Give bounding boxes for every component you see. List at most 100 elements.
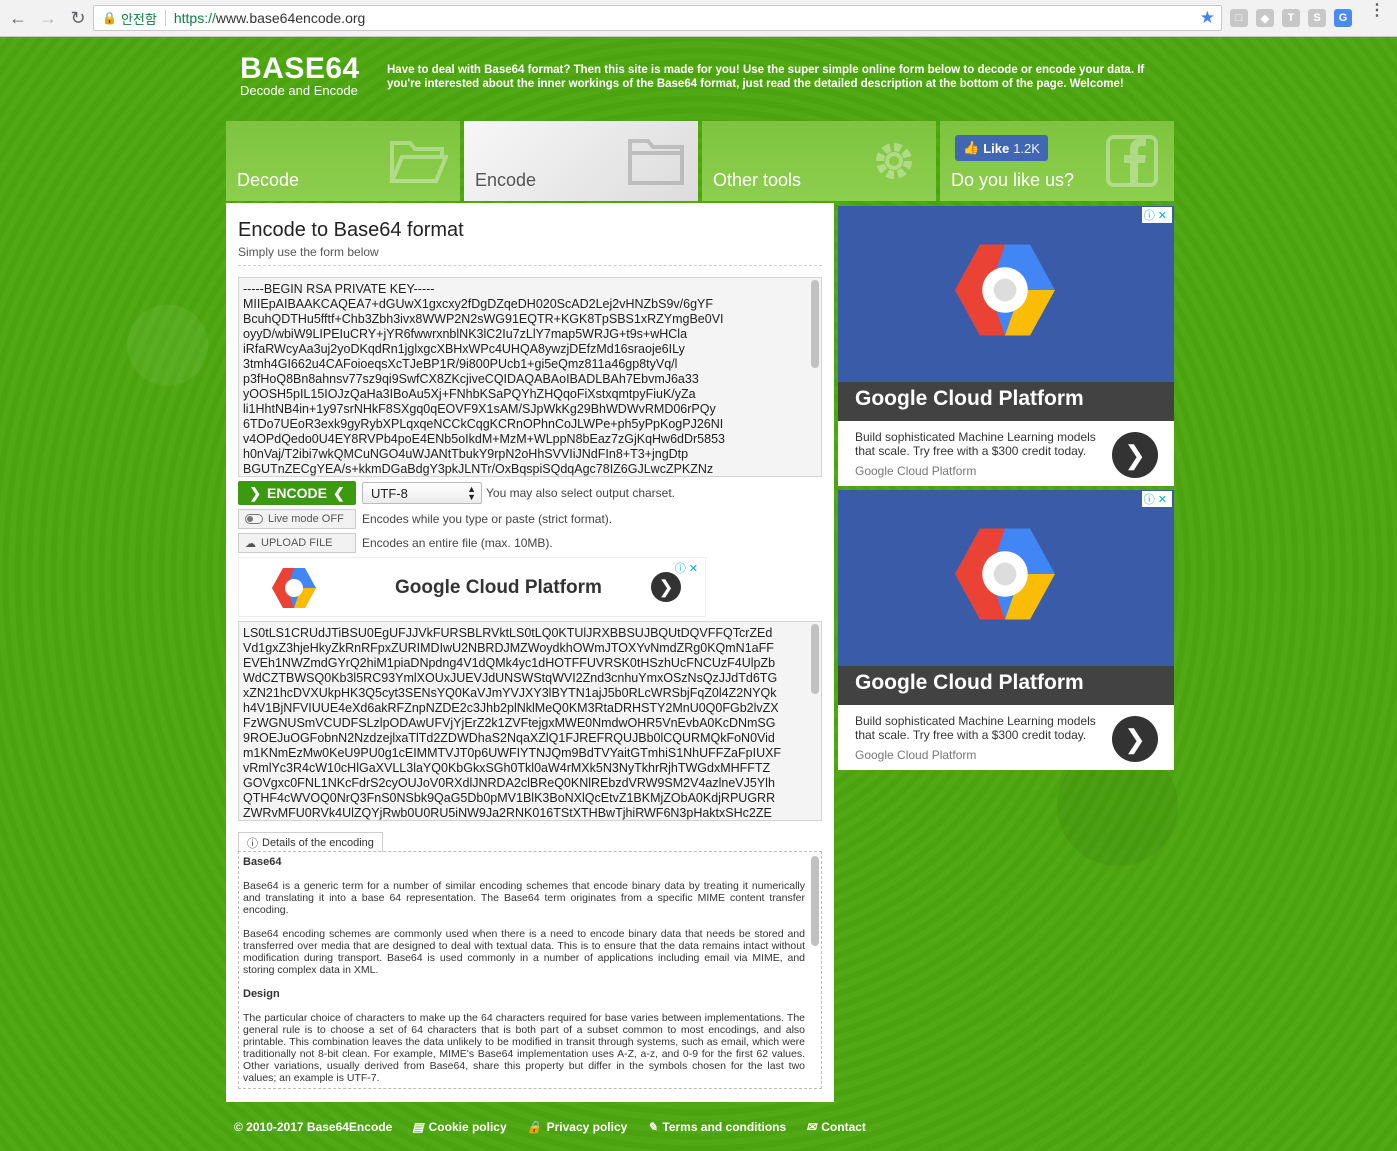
text-line: m1KNmEzMw0KeU9PU0g1cEIMMTVJT0p6UWFIYTNJQ… (243, 746, 782, 760)
input-text: -----BEGIN RSA PRIVATE KEY----- MIIEpAIBA… (243, 282, 805, 476)
output-textarea[interactable]: LS0tLS1CRUdJTiBSU0EgUFJJVkFURSBLRVktLS0t… (238, 621, 822, 821)
tab-other-tools[interactable]: Other tools (702, 121, 936, 201)
text-line: BcuhQDTHu5fftf+Chb3Zbh3ivx8WWP2N2sWG91EQ… (243, 312, 724, 326)
extension-s-icon[interactable]: S (1308, 9, 1326, 27)
input-textarea[interactable]: -----BEGIN RSA PRIVATE KEY----- MIIEpAIBA… (238, 277, 822, 477)
text-line: EVEh1NWZmdGYrQ2hiM1piaDNpdng4V1dQMk4yc1d… (243, 656, 776, 670)
back-icon[interactable]: ← (6, 6, 30, 30)
upload-file-button[interactable]: ☁ UPLOAD FILE (238, 533, 356, 553)
cookie-policy-label: Cookie policy (428, 1119, 507, 1134)
input-scrollbar[interactable] (811, 280, 819, 368)
tab-decode[interactable]: Decode (226, 121, 460, 201)
menu-icon[interactable]: ⋮ (1369, 3, 1385, 19)
text-line: v4OPdQedo0U4EY8RVPb4poE4ENb5oIkdM+MzM+WL… (243, 432, 725, 446)
ad-source: Google Cloud Platform (855, 748, 977, 762)
tab-like-us: 👍 Like 1.2K Do you like us? (940, 121, 1174, 201)
live-mode-hint: Encodes while you type or paste (strict … (362, 512, 613, 526)
text-line: li1HhtNB4in+1y97srNHkF8SXgq0qEOVF9X1sAM/… (243, 402, 716, 416)
question-icon: ⓘ (247, 837, 258, 850)
chevron-right-icon[interactable]: ❯ (1112, 716, 1158, 762)
details-content[interactable]: Base64 Base64 is a generic term for a nu… (238, 851, 822, 1089)
details-scrollbar[interactable] (811, 856, 819, 946)
details-paragraph: The particular choice of characters to m… (243, 1012, 805, 1084)
facebook-like-button[interactable]: 👍 Like 1.2K (955, 135, 1048, 161)
reload-icon[interactable]: ↻ (66, 6, 90, 30)
fb-like-count: 1.2K (1013, 140, 1040, 156)
page-title: Encode to Base64 format (238, 219, 464, 241)
text-line: -----BEGIN RSA PRIVATE KEY----- (243, 282, 435, 296)
contact-label: Contact (821, 1119, 866, 1134)
inline-ad[interactable]: Google Cloud Platform ❯ ⓘ✕ (238, 557, 706, 617)
intro-text: Have to deal with Base64 format? Then th… (387, 64, 1145, 90)
encode-button-label: ENCODE (267, 485, 327, 501)
contact-link[interactable]: ✉ Contact (806, 1120, 866, 1134)
details-paragraph: Base64 is a generic term for a number of… (243, 880, 805, 916)
dropbox-icon[interactable]: ◆ (1256, 9, 1274, 27)
page-subtitle: Simply use the form below (238, 245, 379, 259)
folder-open-icon (389, 141, 448, 183)
url-scheme: https:// (173, 10, 216, 26)
ad-banner (838, 206, 1174, 382)
copyright: © 2010-2017 Base64Encode (234, 1119, 393, 1134)
details-tab[interactable]: ⓘ Details of the encoding (238, 832, 383, 852)
details-paragraph: Base64 encoding schemes are commonly use… (243, 928, 805, 976)
charset-hint: You may also select output charset. (486, 486, 675, 500)
chevron-right-icon[interactable]: ❯ (1112, 432, 1158, 478)
adchoices-icon[interactable]: ⓘ✕ (1141, 491, 1172, 507)
text-line: 6TDo7UEoR3exk9gyRybXPLqxqeNCCkCqgKCRnOPh… (243, 417, 724, 431)
gear-icon (876, 143, 912, 179)
tab-encode-label: Encode (475, 170, 537, 190)
translate-icon[interactable]: G (1334, 9, 1352, 27)
encode-controls: ❯ ENCODE ❮ UTF-8 ▲ ▼ You may also select … (238, 481, 675, 505)
encode-panel: Encode to Base64 format Simply use the f… (226, 203, 834, 1102)
text-line: ZWRvMFU0RVk4UlZQYjRwb0U0RU5iNW9Ja2RNK016… (243, 806, 772, 820)
ad-source: Google Cloud Platform (855, 464, 977, 478)
side-ad-1[interactable]: Google Cloud Platform Build sophisticate… (838, 206, 1174, 486)
charset-select[interactable]: UTF-8 ▲ ▼ (362, 482, 482, 504)
extension-t-icon[interactable]: T (1282, 9, 1300, 27)
address-bar[interactable]: 🔒 안전함 https://www.base64encode.org ★ (93, 5, 1222, 31)
output-scrollbar[interactable] (811, 624, 819, 694)
lock-icon: 🔒 (526, 1119, 542, 1134)
output-text: LS0tLS1CRUdJTiBSU0EgUFJJVkFURSBLRVktLS0t… (243, 626, 805, 820)
envelope-icon: ✉ (806, 1119, 817, 1134)
cookie-policy-link[interactable]: ▤ Cookie policy (412, 1120, 506, 1134)
text-line: iRfaRWcyAa3uj2yoDKqdRn1jglxgcXBHxWPc4UHQ… (243, 342, 685, 356)
text-line: p3fHoQ8Bn8ahnsv77sz9qi9SwfCX8ZKcjiveCQID… (243, 372, 699, 386)
bookmark-star-icon[interactable]: ★ (1200, 8, 1215, 28)
gcp-logo-icon (955, 244, 1055, 336)
fb-like-label: Like (983, 140, 1010, 156)
url-separator (164, 10, 166, 26)
extension-icons: □ ◆ T S G (1230, 9, 1352, 27)
details-heading-base64: Base64 (243, 856, 282, 868)
adchoices-icon[interactable]: ⓘ✕ (675, 560, 701, 576)
ad-title: Google Cloud Platform (838, 382, 1174, 421)
live-mode-toggle[interactable]: Live mode OFF (238, 509, 356, 529)
details-heading-design: Design (243, 988, 280, 1000)
text-line: LS0tLS1CRUdJTiBSU0EgUFJJVkFURSBLRVktLS0t… (243, 626, 773, 640)
text-line: 9ROEJuOGFobnN2NzdzejlxaTlTd2ZDWDhaS2NqaX… (243, 731, 775, 745)
text-line: vRmlYc3R4cW10cHlGaXVLL3laYQ0KbGkxSGh0Tkl… (243, 761, 771, 775)
logo-subtitle: Decode and Encode (240, 83, 358, 98)
gcp-logo-icon (272, 568, 316, 608)
terms-link[interactable]: ✎ Terms and conditions (647, 1120, 786, 1134)
tab-encode[interactable]: Encode (464, 121, 698, 201)
adchoices-icon[interactable]: ⓘ✕ (1141, 207, 1172, 223)
toggle-icon (245, 514, 263, 524)
side-ad-2[interactable]: Google Cloud Platform Build sophisticate… (838, 490, 1174, 770)
forward-icon[interactable]: → (36, 6, 60, 30)
chevron-left-icon: ❮ (332, 484, 345, 501)
chevron-right-icon[interactable]: ❯ (651, 572, 681, 602)
text-line: QTHF4cWVOQ0NrQ3FnS0NSbk9QaG5Db0pMV1BlK3B… (243, 791, 776, 805)
text-line: oyyD/wbiW9LIPEIuCRY+jYR6fwwrxnblNK3lC2Iu… (243, 327, 688, 341)
privacy-policy-link[interactable]: 🔒 Privacy policy (527, 1120, 628, 1134)
extension-icon[interactable]: □ (1230, 9, 1248, 27)
text-line: MIIEpAIBAAKCAQEA7+dGUwX1gxcxy2fDgDZqeDH0… (243, 297, 713, 311)
site-logo[interactable]: BASE64 Decode and Encode (240, 54, 360, 99)
encode-button[interactable]: ❯ ENCODE ❮ (238, 481, 356, 505)
main-tabs: Decode Encode Other tools 👍 Like 1.2K Do… (226, 121, 1174, 201)
live-mode-label: Live mode OFF (268, 513, 344, 525)
terms-label: Terms and conditions (662, 1119, 787, 1134)
ad-description: Build sophisticated Machine Learning mod… (855, 714, 1096, 742)
text-line: GOVgxc0FNL1NKcFdrS2cyOUJoV0RXdlJNRDA2clB… (243, 776, 775, 790)
